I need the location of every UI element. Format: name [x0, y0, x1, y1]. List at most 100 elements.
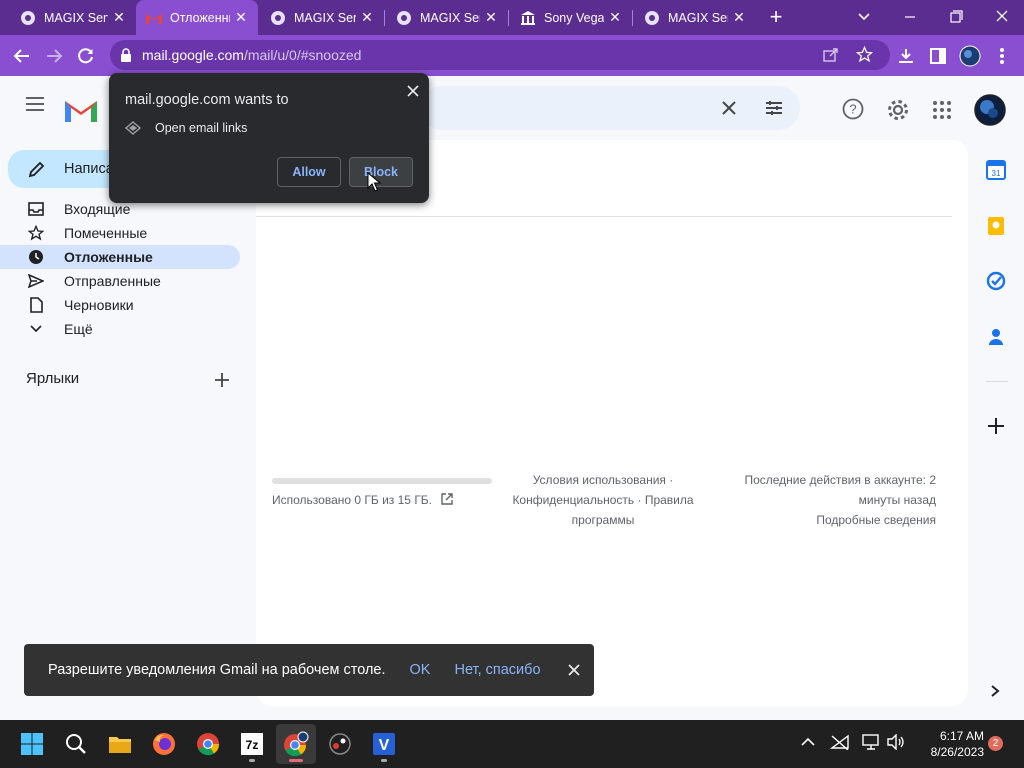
pencil-icon: [28, 160, 46, 178]
side-panel-icon[interactable]: [922, 35, 954, 76]
share-icon[interactable]: [822, 47, 838, 63]
chrome-icon[interactable]: [188, 724, 228, 764]
clock-area[interactable]: 6:17 AM 8/26/2023: [914, 728, 984, 760]
reload-icon[interactable]: [70, 35, 102, 76]
browser-tab[interactable]: MAGIX Servi ✕: [384, 0, 508, 35]
allow-button[interactable]: Allow: [277, 157, 341, 187]
permission-item: Open email links: [155, 121, 248, 135]
account-activity: Последние действия в аккаунте: 2 минуты …: [716, 470, 936, 530]
clock-icon: [26, 249, 46, 265]
nav-item-sent[interactable]: Отправленные: [0, 269, 240, 293]
browser-toolbar: mail.google.com/mail/u/0/#snoozed: [0, 35, 1024, 76]
tab-close-icon[interactable]: ✕: [108, 7, 130, 29]
browser-tab[interactable]: MAGIX Servi ✕: [0, 0, 136, 35]
inbox-icon: [26, 202, 46, 216]
snackbar-message: Разрешите уведомления Gmail на рабочем с…: [48, 662, 386, 678]
nav-item-snoozed[interactable]: Отложенные: [0, 245, 240, 269]
tab-search-chevron-icon[interactable]: [852, 6, 876, 28]
gmail-logo-icon[interactable]: [65, 98, 97, 122]
browser-tab[interactable]: MAGIX Servi ✕: [632, 0, 756, 35]
show-hidden-icons-chevron-icon[interactable]: [800, 736, 816, 748]
block-button[interactable]: Block: [349, 157, 413, 187]
terms-line[interactable]: Условия использования ·: [488, 470, 718, 490]
volume-icon[interactable]: [886, 734, 906, 750]
keep-icon[interactable]: [986, 216, 1006, 236]
help-icon[interactable]: ?: [842, 98, 864, 120]
nav-label: Входящие: [64, 201, 131, 217]
minimize-icon[interactable]: [898, 6, 922, 28]
apps-grid-icon[interactable]: [932, 100, 952, 120]
popup-close-icon[interactable]: [403, 81, 423, 101]
display-icon[interactable]: [862, 734, 882, 750]
mouse-cursor-icon: [367, 172, 381, 192]
restore-icon[interactable]: [944, 6, 968, 28]
forward-icon[interactable]: [38, 35, 70, 76]
activity-details-link[interactable]: Подробные сведения: [716, 510, 936, 530]
tab-title: MAGIX Servi: [420, 10, 480, 25]
search-icon[interactable]: [56, 724, 96, 764]
tab-close-icon[interactable]: ✕: [604, 7, 626, 29]
magix-globe-icon: [644, 10, 660, 26]
file-explorer-icon[interactable]: [100, 724, 140, 764]
snackbar-ok-button[interactable]: OK: [410, 662, 431, 678]
protocol-handler-icon: [125, 121, 141, 135]
clear-search-icon[interactable]: [720, 99, 738, 117]
windows-start-icon[interactable]: [12, 724, 52, 764]
calendar-icon[interactable]: 31: [986, 160, 1006, 180]
snackbar-no-thanks-button[interactable]: Нет, спасибо: [454, 662, 540, 678]
tasks-icon[interactable]: [986, 271, 1006, 291]
search-bar[interactable]: [420, 86, 800, 130]
tab-close-icon[interactable]: ✕: [230, 7, 252, 29]
address-bar[interactable]: mail.google.com/mail/u/0/#snoozed: [110, 40, 890, 70]
tab-close-icon[interactable]: ✕: [728, 7, 750, 29]
7zip-icon[interactable]: 7z: [232, 724, 272, 764]
browser-tab[interactable]: MAGIX Servi ✕: [258, 0, 384, 35]
settings-gear-icon[interactable]: [886, 98, 910, 122]
obs-like-app-icon[interactable]: [320, 724, 360, 764]
profile-avatar-icon[interactable]: [954, 35, 986, 76]
toolbar-divider: [256, 216, 952, 217]
expand-panel-icon[interactable]: [988, 684, 1002, 698]
chrome-menu-icon[interactable]: [986, 35, 1018, 76]
terms-links[interactable]: Условия использования · Конфиденциальнос…: [488, 470, 718, 530]
privacy-line[interactable]: Конфиденциальность · Правила: [488, 490, 718, 510]
browser-tab[interactable]: Sony Vegas ✕: [508, 0, 632, 35]
network-icon[interactable]: [830, 734, 850, 750]
magix-globe-icon: [20, 10, 36, 26]
storage-text: Использовано 0 ГБ из 15 ГБ.: [272, 493, 433, 507]
nav-item-more[interactable]: Ещё: [0, 317, 240, 341]
hamburger-menu-icon[interactable]: [24, 96, 46, 112]
labels-heading: Ярлыки: [26, 370, 80, 387]
nav-label: Ещё: [64, 321, 93, 337]
back-icon[interactable]: [6, 35, 38, 76]
nav-label: Отправленные: [64, 273, 161, 289]
new-tab-icon[interactable]: +: [764, 6, 788, 30]
download-icon[interactable]: [890, 35, 922, 76]
museum-icon: [520, 10, 536, 26]
contacts-icon[interactable]: [986, 327, 1006, 347]
bookmark-star-icon[interactable]: [856, 46, 873, 63]
program-policies-line[interactable]: программы: [488, 510, 718, 530]
account-avatar[interactable]: [974, 94, 1006, 126]
vegas-icon[interactable]: V: [364, 724, 404, 764]
svg-text:7z: 7z: [246, 738, 259, 752]
tab-close-icon[interactable]: ✕: [480, 7, 502, 29]
lock-icon[interactable]: [120, 48, 132, 62]
notification-badge[interactable]: 2: [988, 736, 1003, 751]
chrome-profile-icon[interactable]: [276, 724, 316, 764]
browser-tab-active[interactable]: Отложенные ✕: [136, 0, 258, 35]
tab-close-icon[interactable]: ✕: [356, 7, 378, 29]
magix-globe-icon: [396, 10, 412, 26]
storage-bar: [272, 478, 492, 484]
firefox-icon[interactable]: [144, 724, 184, 764]
nav-item-starred[interactable]: Помеченные: [0, 221, 240, 245]
snackbar-close-icon[interactable]: [567, 663, 581, 677]
tab-title: MAGIX Servi: [668, 10, 728, 25]
nav-item-drafts[interactable]: Черновики: [0, 293, 240, 317]
get-addons-icon[interactable]: [986, 416, 1006, 436]
add-label-icon[interactable]: [212, 370, 232, 390]
window-close-icon[interactable]: [990, 6, 1014, 28]
search-options-icon[interactable]: [764, 98, 784, 118]
main-content-panel: Использовано 0 ГБ из 15 ГБ. Условия испо…: [256, 140, 968, 706]
open-external-icon[interactable]: [440, 492, 454, 506]
